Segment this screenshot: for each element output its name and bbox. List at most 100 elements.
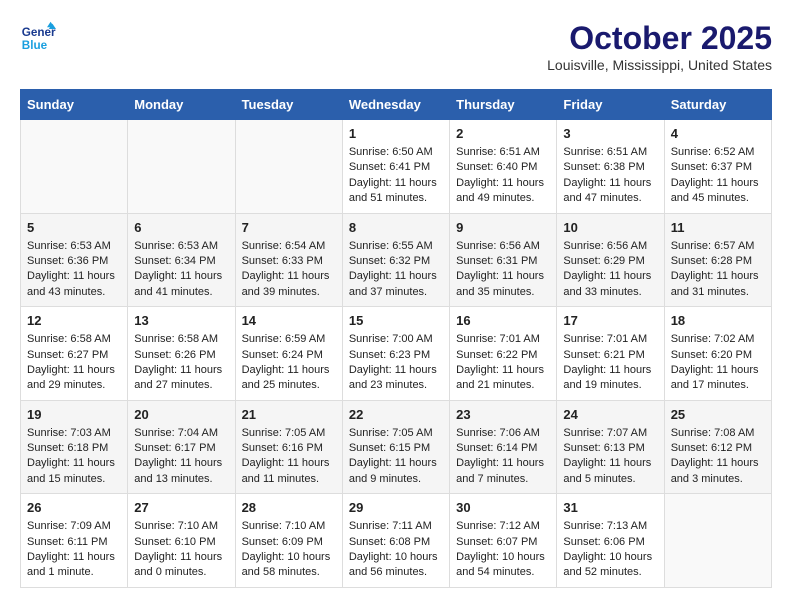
day-detail: Sunrise: 7:04 AM Sunset: 6:17 PM Dayligh… [134,426,228,488]
calendar-cell: 28 Sunrise: 7:10 AM Sunset: 6:09 PM Dayl… [235,494,342,588]
day-number: 27 [134,500,228,515]
weekday-header: Tuesday [235,90,342,120]
day-detail: Sunrise: 6:54 AM Sunset: 6:33 PM Dayligh… [242,239,336,301]
day-number: 18 [671,313,765,328]
sunset-text: Sunset: 6:12 PM [671,442,752,454]
day-detail: Sunrise: 7:10 AM Sunset: 6:09 PM Dayligh… [242,519,336,581]
daylight-text: Daylight: 11 hours and 45 minutes. [671,177,759,204]
calendar-table: SundayMondayTuesdayWednesdayThursdayFrid… [20,89,772,588]
calendar-cell: 31 Sunrise: 7:13 AM Sunset: 6:06 PM Dayl… [557,494,664,588]
day-number: 15 [349,313,443,328]
calendar-cell: 16 Sunrise: 7:01 AM Sunset: 6:22 PM Dayl… [450,307,557,401]
calendar-cell: 23 Sunrise: 7:06 AM Sunset: 6:14 PM Dayl… [450,400,557,494]
calendar-cell: 7 Sunrise: 6:54 AM Sunset: 6:33 PM Dayli… [235,213,342,307]
sunrise-text: Sunrise: 6:56 AM [563,240,647,252]
day-detail: Sunrise: 7:06 AM Sunset: 6:14 PM Dayligh… [456,426,550,488]
sunrise-text: Sunrise: 6:54 AM [242,240,326,252]
daylight-text: Daylight: 11 hours and 49 minutes. [456,177,544,204]
sunset-text: Sunset: 6:22 PM [456,349,537,361]
daylight-text: Daylight: 11 hours and 7 minutes. [456,457,544,484]
sunrise-text: Sunrise: 7:02 AM [671,333,755,345]
day-detail: Sunrise: 7:10 AM Sunset: 6:10 PM Dayligh… [134,519,228,581]
calendar-cell: 18 Sunrise: 7:02 AM Sunset: 6:20 PM Dayl… [664,307,771,401]
calendar-cell: 6 Sunrise: 6:53 AM Sunset: 6:34 PM Dayli… [128,213,235,307]
sunrise-text: Sunrise: 7:01 AM [456,333,540,345]
calendar-cell: 24 Sunrise: 7:07 AM Sunset: 6:13 PM Dayl… [557,400,664,494]
sunrise-text: Sunrise: 6:55 AM [349,240,433,252]
calendar-cell [128,120,235,214]
calendar-cell: 22 Sunrise: 7:05 AM Sunset: 6:15 PM Dayl… [342,400,449,494]
sunset-text: Sunset: 6:26 PM [134,349,215,361]
location: Louisville, Mississippi, United States [547,57,772,73]
sunrise-text: Sunrise: 7:12 AM [456,520,540,532]
day-detail: Sunrise: 6:57 AM Sunset: 6:28 PM Dayligh… [671,239,765,301]
weekday-header: Saturday [664,90,771,120]
calendar-cell: 4 Sunrise: 6:52 AM Sunset: 6:37 PM Dayli… [664,120,771,214]
day-number: 16 [456,313,550,328]
day-number: 23 [456,407,550,422]
daylight-text: Daylight: 11 hours and 51 minutes. [349,177,437,204]
logo-icon: General Blue [20,20,56,56]
day-number: 10 [563,220,657,235]
daylight-text: Daylight: 11 hours and 1 minute. [27,551,115,578]
day-number: 13 [134,313,228,328]
weekday-header: Sunday [21,90,128,120]
weekday-header: Wednesday [342,90,449,120]
calendar-cell [235,120,342,214]
sunset-text: Sunset: 6:13 PM [563,442,644,454]
calendar-header-row: SundayMondayTuesdayWednesdayThursdayFrid… [21,90,772,120]
sunset-text: Sunset: 6:18 PM [27,442,108,454]
calendar-cell: 17 Sunrise: 7:01 AM Sunset: 6:21 PM Dayl… [557,307,664,401]
day-detail: Sunrise: 6:52 AM Sunset: 6:37 PM Dayligh… [671,145,765,207]
calendar-cell: 12 Sunrise: 6:58 AM Sunset: 6:27 PM Dayl… [21,307,128,401]
sunrise-text: Sunrise: 6:59 AM [242,333,326,345]
day-detail: Sunrise: 6:58 AM Sunset: 6:27 PM Dayligh… [27,332,121,394]
sunset-text: Sunset: 6:10 PM [134,536,215,548]
daylight-text: Daylight: 11 hours and 21 minutes. [456,364,544,391]
sunset-text: Sunset: 6:28 PM [671,255,752,267]
sunset-text: Sunset: 6:33 PM [242,255,323,267]
day-number: 14 [242,313,336,328]
calendar-week-row: 19 Sunrise: 7:03 AM Sunset: 6:18 PM Dayl… [21,400,772,494]
day-detail: Sunrise: 6:59 AM Sunset: 6:24 PM Dayligh… [242,332,336,394]
sunrise-text: Sunrise: 6:50 AM [349,146,433,158]
daylight-text: Daylight: 11 hours and 17 minutes. [671,364,759,391]
sunset-text: Sunset: 6:34 PM [134,255,215,267]
day-number: 20 [134,407,228,422]
daylight-text: Daylight: 11 hours and 31 minutes. [671,270,759,297]
sunrise-text: Sunrise: 7:07 AM [563,427,647,439]
day-detail: Sunrise: 6:55 AM Sunset: 6:32 PM Dayligh… [349,239,443,301]
sunrise-text: Sunrise: 7:09 AM [27,520,111,532]
sunset-text: Sunset: 6:11 PM [27,536,108,548]
day-number: 6 [134,220,228,235]
day-number: 3 [563,126,657,141]
calendar-cell: 9 Sunrise: 6:56 AM Sunset: 6:31 PM Dayli… [450,213,557,307]
calendar-cell: 3 Sunrise: 6:51 AM Sunset: 6:38 PM Dayli… [557,120,664,214]
day-number: 25 [671,407,765,422]
day-number: 11 [671,220,765,235]
sunrise-text: Sunrise: 6:52 AM [671,146,755,158]
day-detail: Sunrise: 7:12 AM Sunset: 6:07 PM Dayligh… [456,519,550,581]
day-detail: Sunrise: 7:07 AM Sunset: 6:13 PM Dayligh… [563,426,657,488]
sunrise-text: Sunrise: 7:06 AM [456,427,540,439]
day-detail: Sunrise: 7:11 AM Sunset: 6:08 PM Dayligh… [349,519,443,581]
sunrise-text: Sunrise: 7:00 AM [349,333,433,345]
day-number: 5 [27,220,121,235]
sunrise-text: Sunrise: 7:10 AM [134,520,218,532]
day-number: 21 [242,407,336,422]
daylight-text: Daylight: 10 hours and 52 minutes. [563,551,652,578]
day-detail: Sunrise: 6:56 AM Sunset: 6:31 PM Dayligh… [456,239,550,301]
sunrise-text: Sunrise: 6:51 AM [563,146,647,158]
sunrise-text: Sunrise: 6:56 AM [456,240,540,252]
sunset-text: Sunset: 6:07 PM [456,536,537,548]
calendar-cell: 20 Sunrise: 7:04 AM Sunset: 6:17 PM Dayl… [128,400,235,494]
sunset-text: Sunset: 6:17 PM [134,442,215,454]
day-number: 22 [349,407,443,422]
calendar-cell [664,494,771,588]
daylight-text: Daylight: 10 hours and 54 minutes. [456,551,545,578]
day-detail: Sunrise: 7:05 AM Sunset: 6:16 PM Dayligh… [242,426,336,488]
calendar-cell: 13 Sunrise: 6:58 AM Sunset: 6:26 PM Dayl… [128,307,235,401]
sunrise-text: Sunrise: 6:57 AM [671,240,755,252]
sunset-text: Sunset: 6:21 PM [563,349,644,361]
calendar-cell: 26 Sunrise: 7:09 AM Sunset: 6:11 PM Dayl… [21,494,128,588]
